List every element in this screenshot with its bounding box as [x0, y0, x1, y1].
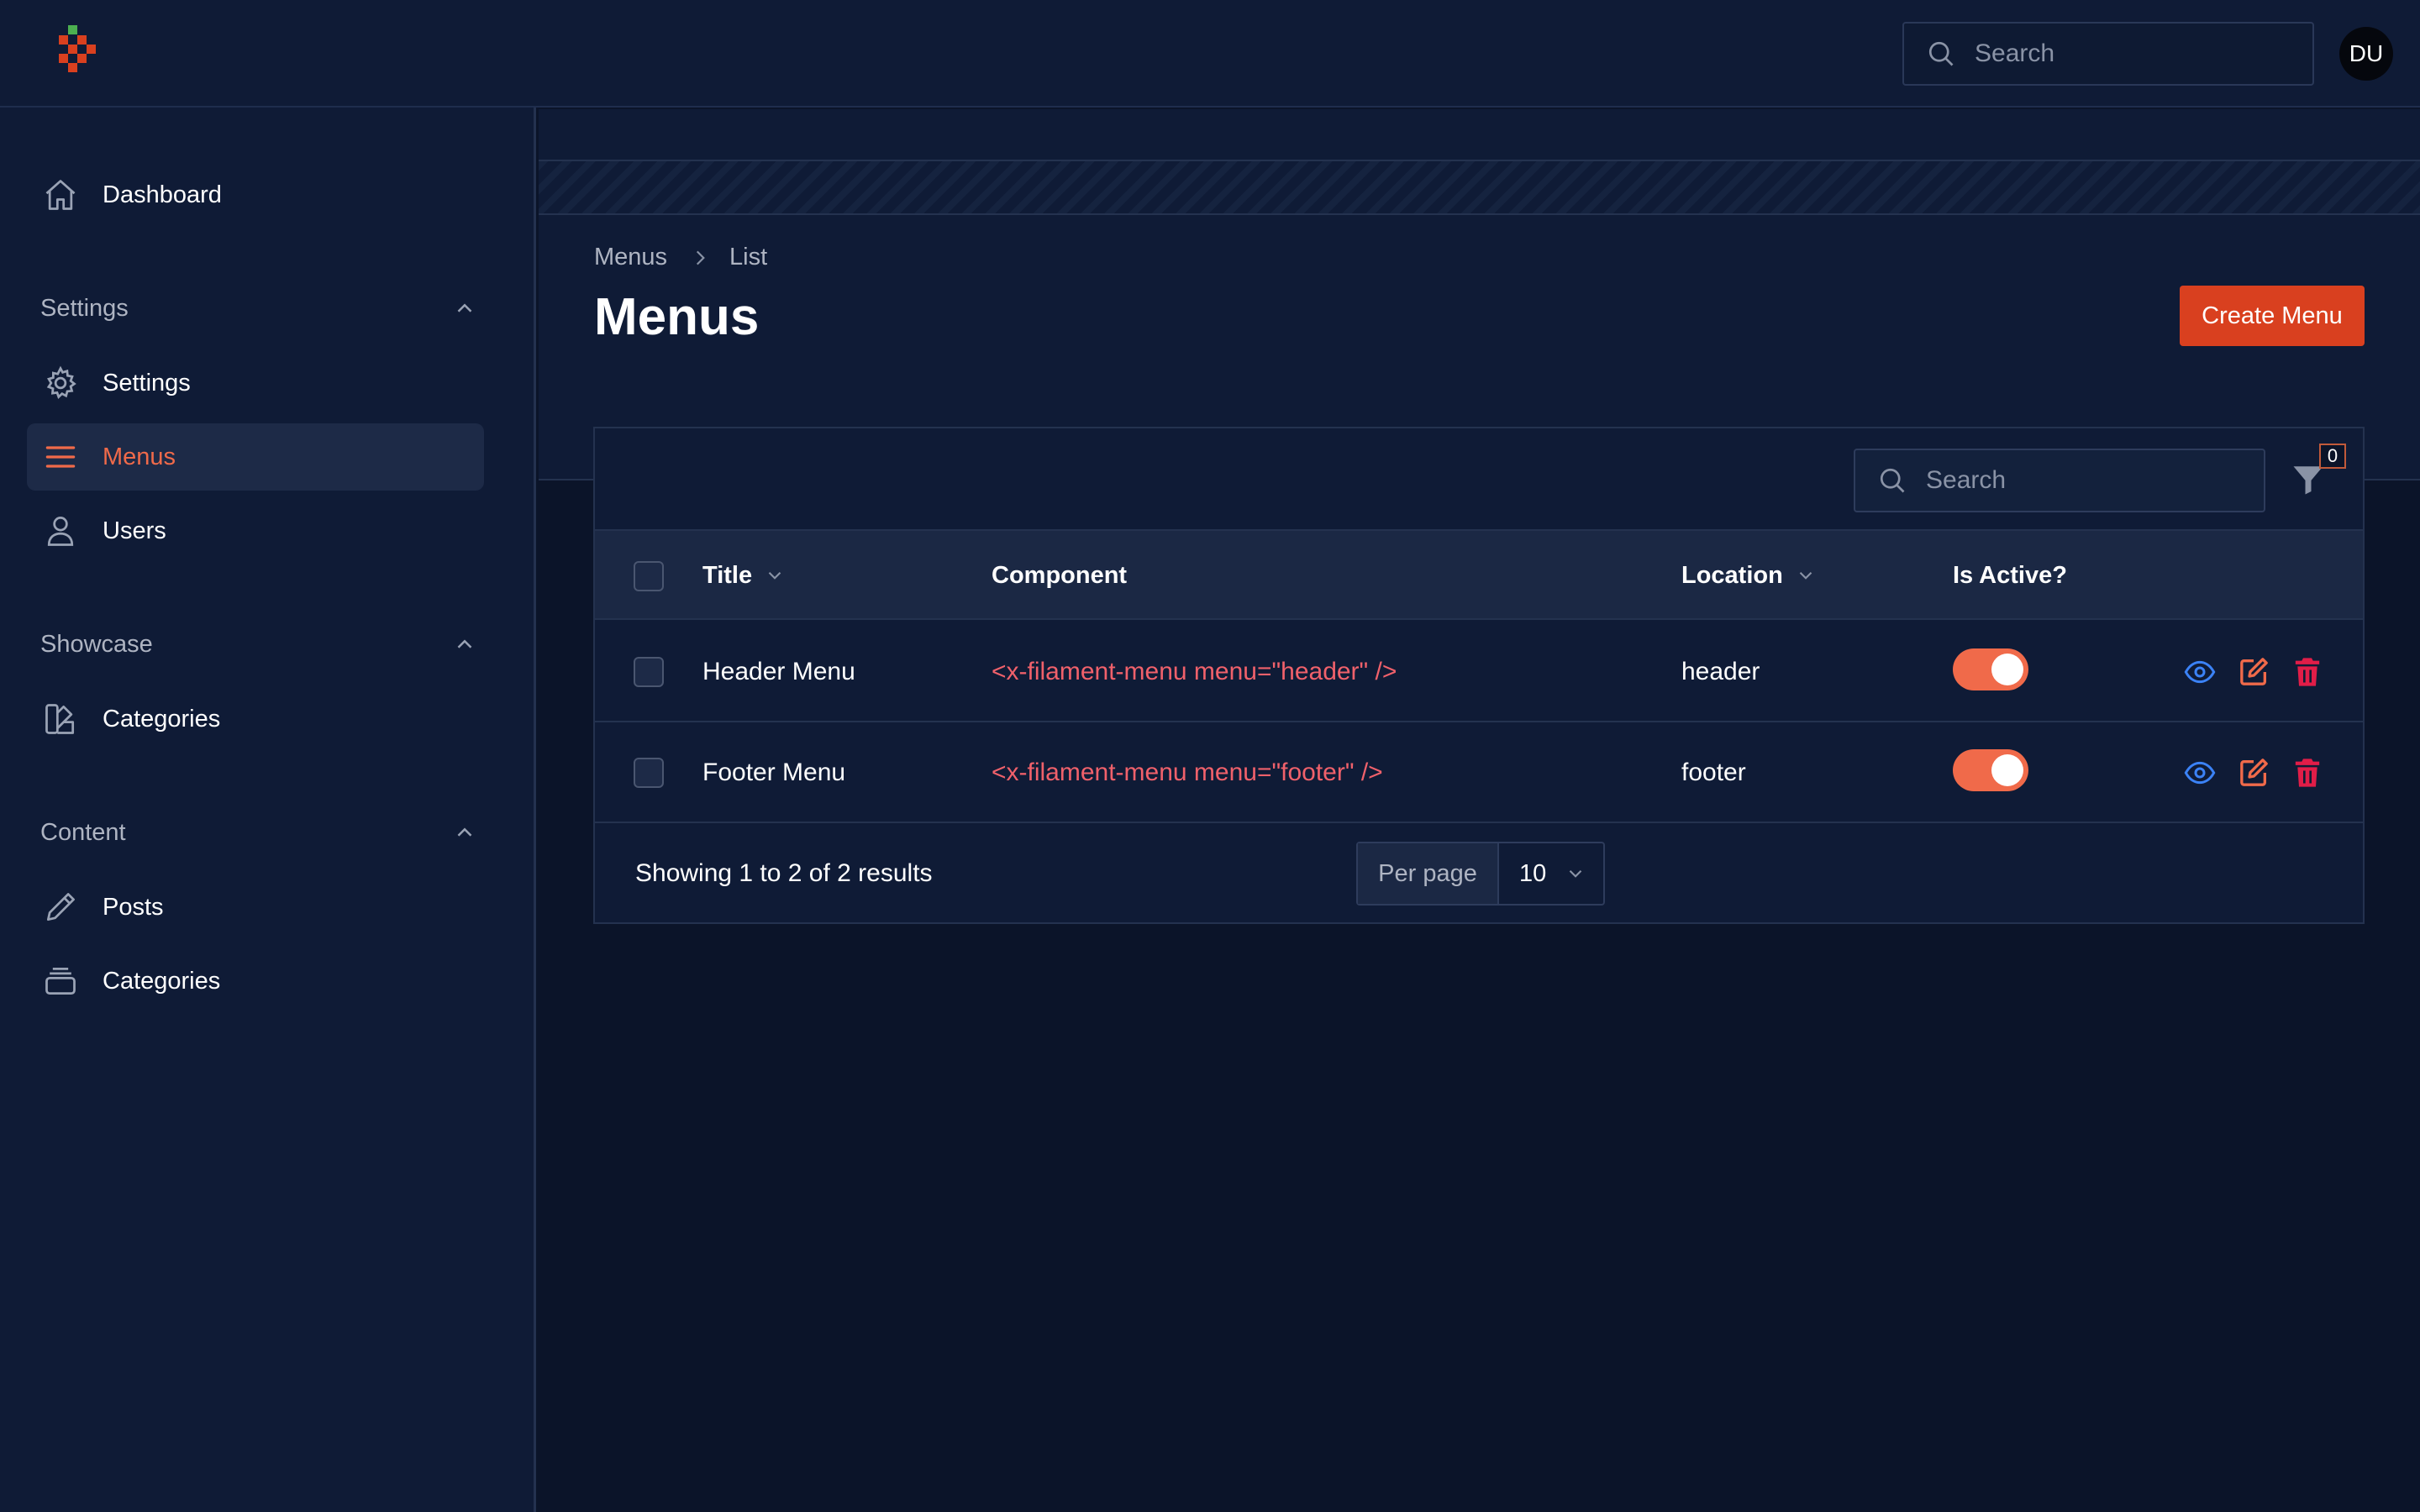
column-location-label: Location	[1681, 561, 1783, 589]
table-row[interactable]: Header Menu <x-filament-menu menu="heade…	[595, 622, 2363, 722]
pencil-icon	[46, 893, 75, 921]
trash-icon[interactable]	[2291, 655, 2324, 689]
top-strip	[539, 109, 2420, 161]
breadcrumb: Menus List	[594, 244, 767, 271]
user-avatar[interactable]: DU	[2339, 27, 2393, 81]
sidebar-item-label: Categories	[103, 705, 221, 732]
brand-logo[interactable]	[55, 25, 106, 82]
column-title[interactable]: Title	[702, 531, 786, 620]
group-label: Content	[40, 818, 126, 846]
column-component: Component	[992, 531, 1127, 620]
topbar: DU	[0, 0, 2420, 108]
edit-icon[interactable]	[2237, 756, 2270, 790]
sidebar-item-label: Dashboard	[103, 181, 222, 208]
toggle-knob	[1991, 754, 2023, 786]
row-location: header	[1681, 658, 1760, 685]
striped-banner	[539, 161, 2420, 215]
per-page-label: Per page	[1358, 843, 1499, 904]
is-active-toggle[interactable]	[1953, 648, 2028, 690]
table-footer: Showing 1 to 2 of 2 results Per page 10	[595, 823, 2363, 924]
sidebar-item-showcase-categories[interactable]: Categories	[27, 685, 484, 753]
row-title: Footer Menu	[702, 759, 846, 786]
chevron-up-icon	[457, 639, 472, 648]
row-checkbox[interactable]	[634, 657, 664, 687]
chevron-down-icon	[768, 571, 781, 580]
search-icon	[1880, 468, 1905, 493]
per-page-value[interactable]: 10	[1499, 843, 1603, 904]
sidebar-item-label: Settings	[103, 369, 191, 396]
results-summary: Showing 1 to 2 of 2 results	[635, 859, 933, 887]
row-component: <x-filament-menu menu="footer" />	[992, 759, 1383, 786]
page-title: Menus	[594, 288, 760, 346]
group-label: Showcase	[40, 630, 153, 658]
row-component: <x-filament-menu menu="header" />	[992, 658, 1397, 685]
toggle-knob	[1991, 654, 2023, 685]
breadcrumb-menus[interactable]: Menus	[594, 244, 667, 271]
group-label: Settings	[40, 294, 129, 322]
column-is-active: Is Active?	[1953, 531, 2067, 620]
sidebar-item-users[interactable]: Users	[27, 497, 484, 564]
sidebar-item-label: Categories	[103, 967, 221, 995]
per-page-select[interactable]: Per page 10	[1356, 842, 1605, 906]
bars-icon	[45, 446, 76, 468]
home-icon	[45, 180, 76, 210]
gear-icon	[46, 365, 76, 399]
eye-icon[interactable]	[2183, 756, 2217, 790]
sidebar-item-posts[interactable]: Posts	[27, 874, 484, 941]
sidebar-item-content-categories[interactable]: Categories	[27, 948, 484, 1015]
column-component-label: Component	[992, 561, 1128, 589]
trash-icon[interactable]	[2291, 756, 2324, 790]
chevron-right-icon	[697, 250, 705, 265]
sidebar: Dashboard Settings Settings Menus Users …	[0, 108, 536, 1512]
sidebar-group-settings[interactable]: Settings	[40, 287, 477, 329]
sidebar-group-content[interactable]: Content	[40, 811, 477, 853]
row-title: Header Menu	[702, 658, 855, 685]
global-search[interactable]	[1902, 22, 2314, 86]
swatch-icon	[45, 704, 75, 734]
table-toolbar: 0	[595, 428, 2363, 531]
global-search-input[interactable]	[1975, 39, 2294, 68]
column-active-label: Is Active?	[1953, 561, 2067, 589]
is-active-toggle[interactable]	[1953, 749, 2028, 791]
table-search-input[interactable]	[1926, 466, 2245, 495]
per-page-value-text: 10	[1519, 859, 1547, 887]
chevron-up-icon	[457, 827, 472, 837]
row-checkbox[interactable]	[634, 758, 664, 788]
sidebar-item-label: Users	[103, 517, 166, 544]
chevron-down-icon	[1569, 869, 1582, 878]
sidebar-group-showcase[interactable]: Showcase	[40, 623, 477, 665]
user-icon	[47, 517, 74, 546]
search-icon	[1928, 41, 1954, 66]
sidebar-item-label: Posts	[103, 893, 164, 921]
sidebar-item-dashboard[interactable]: Dashboard	[27, 161, 484, 228]
row-location: footer	[1681, 759, 1746, 786]
chevron-up-icon	[457, 303, 472, 312]
sidebar-item-settings[interactable]: Settings	[27, 349, 484, 417]
table-row[interactable]: Footer Menu <x-filament-menu menu="foote…	[595, 722, 2363, 823]
menus-table: 0 Title Component Location Is Active? He…	[593, 427, 2365, 924]
select-all-checkbox[interactable]	[634, 561, 664, 591]
eye-icon[interactable]	[2183, 655, 2217, 689]
table-header: Title Component Location Is Active?	[595, 531, 2363, 620]
sidebar-item-label: Menus	[103, 443, 176, 470]
filter-count-badge: 0	[2319, 444, 2346, 469]
breadcrumb-list: List	[729, 244, 768, 270]
column-title-label: Title	[702, 561, 753, 589]
table-search[interactable]	[1854, 449, 2265, 512]
column-location[interactable]: Location	[1681, 531, 1817, 620]
create-menu-button[interactable]: Create Menu	[2180, 286, 2365, 346]
stack-icon	[45, 967, 76, 995]
sidebar-item-menus[interactable]: Menus	[27, 423, 484, 491]
edit-icon[interactable]	[2237, 655, 2270, 689]
chevron-down-icon	[1799, 571, 1812, 580]
main-content: Menus List Menus Create Menu 0 Title	[539, 109, 2420, 1512]
